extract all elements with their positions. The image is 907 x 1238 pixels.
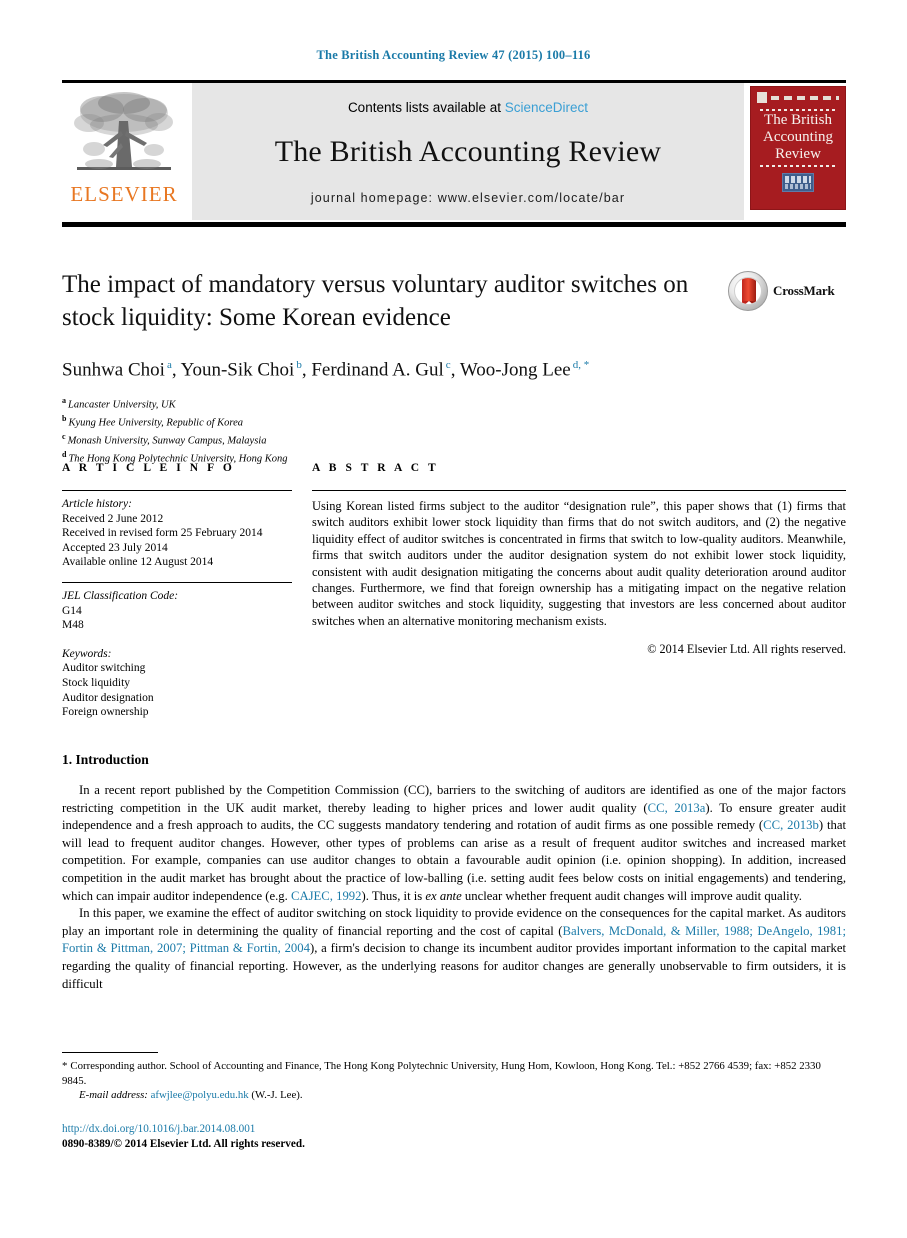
article-history-item: Available online 12 August 2014 bbox=[62, 556, 214, 569]
cover-top-text-lines bbox=[771, 95, 839, 100]
keywords-block: Keywords: Auditor switching Stock liquid… bbox=[62, 633, 292, 720]
section-heading-introduction: 1. Introduction bbox=[62, 752, 149, 767]
cover-top-bar bbox=[757, 92, 839, 103]
crossmark-label: CrossMark bbox=[773, 283, 835, 298]
keyword-item: Stock liquidity bbox=[62, 676, 131, 689]
affiliation-text: Kyung Hee University, Republic of Korea bbox=[68, 417, 244, 429]
bafa-badge-top bbox=[785, 176, 811, 183]
affiliation-list: a Lancaster University, UK b Kyung Hee Uni… bbox=[62, 394, 846, 466]
title-area: The impact of mandatory versus voluntary… bbox=[62, 268, 846, 466]
doi-link[interactable]: http://dx.doi.org/10.1016/j.bar.2014.08.… bbox=[62, 1122, 305, 1137]
author-affiliation-mark: a bbox=[166, 359, 172, 371]
contents-lists-line: Contents lists available at ScienceDirec… bbox=[348, 100, 588, 115]
author-name: Ferdinand A. Gul bbox=[311, 359, 444, 381]
author-affiliation-mark: c bbox=[445, 359, 451, 371]
cover-logo-square bbox=[757, 92, 767, 103]
running-head: The British Accounting Review 47 (2015) … bbox=[316, 48, 591, 62]
cover-title-line1: The British bbox=[764, 112, 832, 128]
footnote-area: * Corresponding author. School of Account… bbox=[62, 1052, 846, 1103]
article-history-item: Received 2 June 2012 bbox=[62, 512, 164, 525]
article-history-item: Accepted 23 July 2014 bbox=[62, 541, 168, 554]
elsevier-wordmark: ELSEVIER bbox=[70, 182, 178, 206]
jel-code: M48 bbox=[62, 619, 84, 632]
crossmark-icon bbox=[728, 271, 768, 311]
abstract-heading: A B S T R A C T bbox=[312, 462, 439, 474]
author-name: Youn-Sik Choi bbox=[180, 359, 295, 381]
column-gap bbox=[292, 462, 312, 720]
keyword-item: Auditor designation bbox=[62, 691, 154, 704]
jel-label: JEL Classification Code: bbox=[62, 589, 179, 602]
cover-title-line2: Accounting bbox=[763, 129, 833, 145]
keyword-item: Auditor switching bbox=[62, 662, 146, 675]
article-history-label: Article history: bbox=[62, 498, 132, 510]
citation-cc-2013b[interactable]: CC, 2013b bbox=[763, 818, 819, 832]
abstract-copyright: © 2014 Elsevier Ltd. All rights reserved… bbox=[647, 642, 846, 657]
doi-block: http://dx.doi.org/10.1016/j.bar.2014.08.… bbox=[62, 1122, 305, 1151]
cover-title-line3: Review bbox=[775, 146, 821, 162]
masthead-body: ELSEVIER Contents lists available at Sci… bbox=[62, 83, 846, 220]
affiliation-text: Monash University, Sunway Campus, Malays… bbox=[67, 435, 267, 447]
masthead-bottom-rule bbox=[62, 222, 846, 227]
journal-cover-block: The British Accounting Review bbox=[750, 83, 846, 220]
affiliation-item: c Monash University, Sunway Campus, Malay… bbox=[62, 430, 846, 448]
footnote-rule bbox=[62, 1052, 158, 1053]
paragraph-1-text-e: unclear whether frequent audit changes w… bbox=[461, 888, 802, 903]
journal-title: The British Accounting Review bbox=[274, 135, 662, 168]
elsevier-tree-icon bbox=[74, 92, 173, 170]
email-suffix: (W.-J. Lee). bbox=[251, 1089, 303, 1102]
masthead-center-band: Contents lists available at ScienceDirec… bbox=[192, 83, 744, 220]
author-name: Woo-Jong Lee bbox=[459, 359, 571, 381]
affiliation-text: Lancaster University, UK bbox=[68, 399, 176, 411]
article-history-item: Received in revised form 25 February 201… bbox=[62, 527, 263, 540]
crossmark-badge[interactable]: CrossMark bbox=[728, 270, 846, 312]
affiliation-item: b Kyung Hee University, Republic of Korea bbox=[62, 412, 846, 430]
citation-cajec-1992[interactable]: CAJEC, 1992 bbox=[291, 889, 362, 903]
author-list: Sunhwa Choi a, Youn-Sik Choi b, Ferdinand … bbox=[62, 359, 590, 381]
jel-block: JEL Classification Code: G14 M48 bbox=[62, 583, 292, 633]
cover-divider-bottom bbox=[760, 165, 836, 167]
bafa-society-badge bbox=[782, 173, 814, 192]
cover-title: The British Accounting Review bbox=[751, 112, 845, 163]
crossmark-icon-inner bbox=[734, 277, 762, 305]
article-info-heading: A R T I C L E I N F O bbox=[62, 462, 235, 474]
journal-masthead: ELSEVIER Contents lists available at Sci… bbox=[62, 80, 846, 227]
journal-cover-image: The British Accounting Review bbox=[750, 86, 846, 210]
affiliation-item: a Lancaster University, UK bbox=[62, 394, 846, 412]
author-affiliation-mark: d, * bbox=[572, 359, 590, 371]
citation-cc-2013a[interactable]: CC, 2013a bbox=[648, 801, 706, 815]
keywords-label: Keywords: bbox=[62, 647, 112, 660]
journal-homepage[interactable]: journal homepage: www.elsevier.com/locat… bbox=[311, 191, 625, 205]
bookmark-icon bbox=[742, 278, 756, 304]
paper-page: The British Accounting Review 47 (2015) … bbox=[0, 0, 907, 1238]
issn-copyright-line: 0890-8389/© 2014 Elsevier Ltd. All right… bbox=[62, 1137, 305, 1150]
footnote-corresponding: * Corresponding author. School of Account… bbox=[62, 1059, 846, 1088]
email-label: E-mail address: bbox=[79, 1089, 148, 1102]
author-name: Sunhwa Choi bbox=[62, 359, 165, 381]
abstract-column: A B S T R A C T Using Korean listed firm… bbox=[312, 462, 846, 720]
info-abstract-row: A R T I C L E I N F O Article history: R… bbox=[62, 462, 846, 720]
paragraph-1: In a recent report published by the Comp… bbox=[62, 782, 846, 905]
author-affiliation-mark: b bbox=[296, 359, 302, 371]
paragraph-1-italic-term: ex ante bbox=[425, 888, 462, 903]
paragraph-2: In this paper, we examine the effect of … bbox=[62, 905, 846, 993]
elsevier-logo: ELSEVIER bbox=[62, 83, 186, 220]
contents-prefix: Contents lists available at bbox=[347, 100, 505, 115]
footnote-corresponding-text: Corresponding author. School of Accounti… bbox=[62, 1060, 821, 1087]
cover-divider-top bbox=[760, 109, 836, 111]
email-link[interactable]: afwjlee@polyu.edu.hk bbox=[151, 1089, 249, 1101]
paragraph-1-text-d: ). Thus, it is bbox=[361, 888, 426, 903]
jel-code: G14 bbox=[62, 604, 82, 617]
article-info-column: A R T I C L E I N F O Article history: R… bbox=[62, 462, 292, 720]
sciencedirect-link[interactable]: ScienceDirect bbox=[505, 100, 588, 115]
body-area: 1. Introduction In a recent report publi… bbox=[62, 752, 846, 993]
page-title: The impact of mandatory versus voluntary… bbox=[62, 271, 689, 331]
footnote-email-line: E-mail address: afwjlee@polyu.edu.hk (W.… bbox=[62, 1088, 846, 1103]
article-history-block: Article history: Received 2 June 2012 Re… bbox=[62, 491, 292, 570]
keyword-item: Foreign ownership bbox=[62, 706, 149, 719]
abstract-text: Using Korean listed firms subject to the… bbox=[312, 499, 846, 628]
bafa-badge-bottom bbox=[785, 184, 811, 189]
